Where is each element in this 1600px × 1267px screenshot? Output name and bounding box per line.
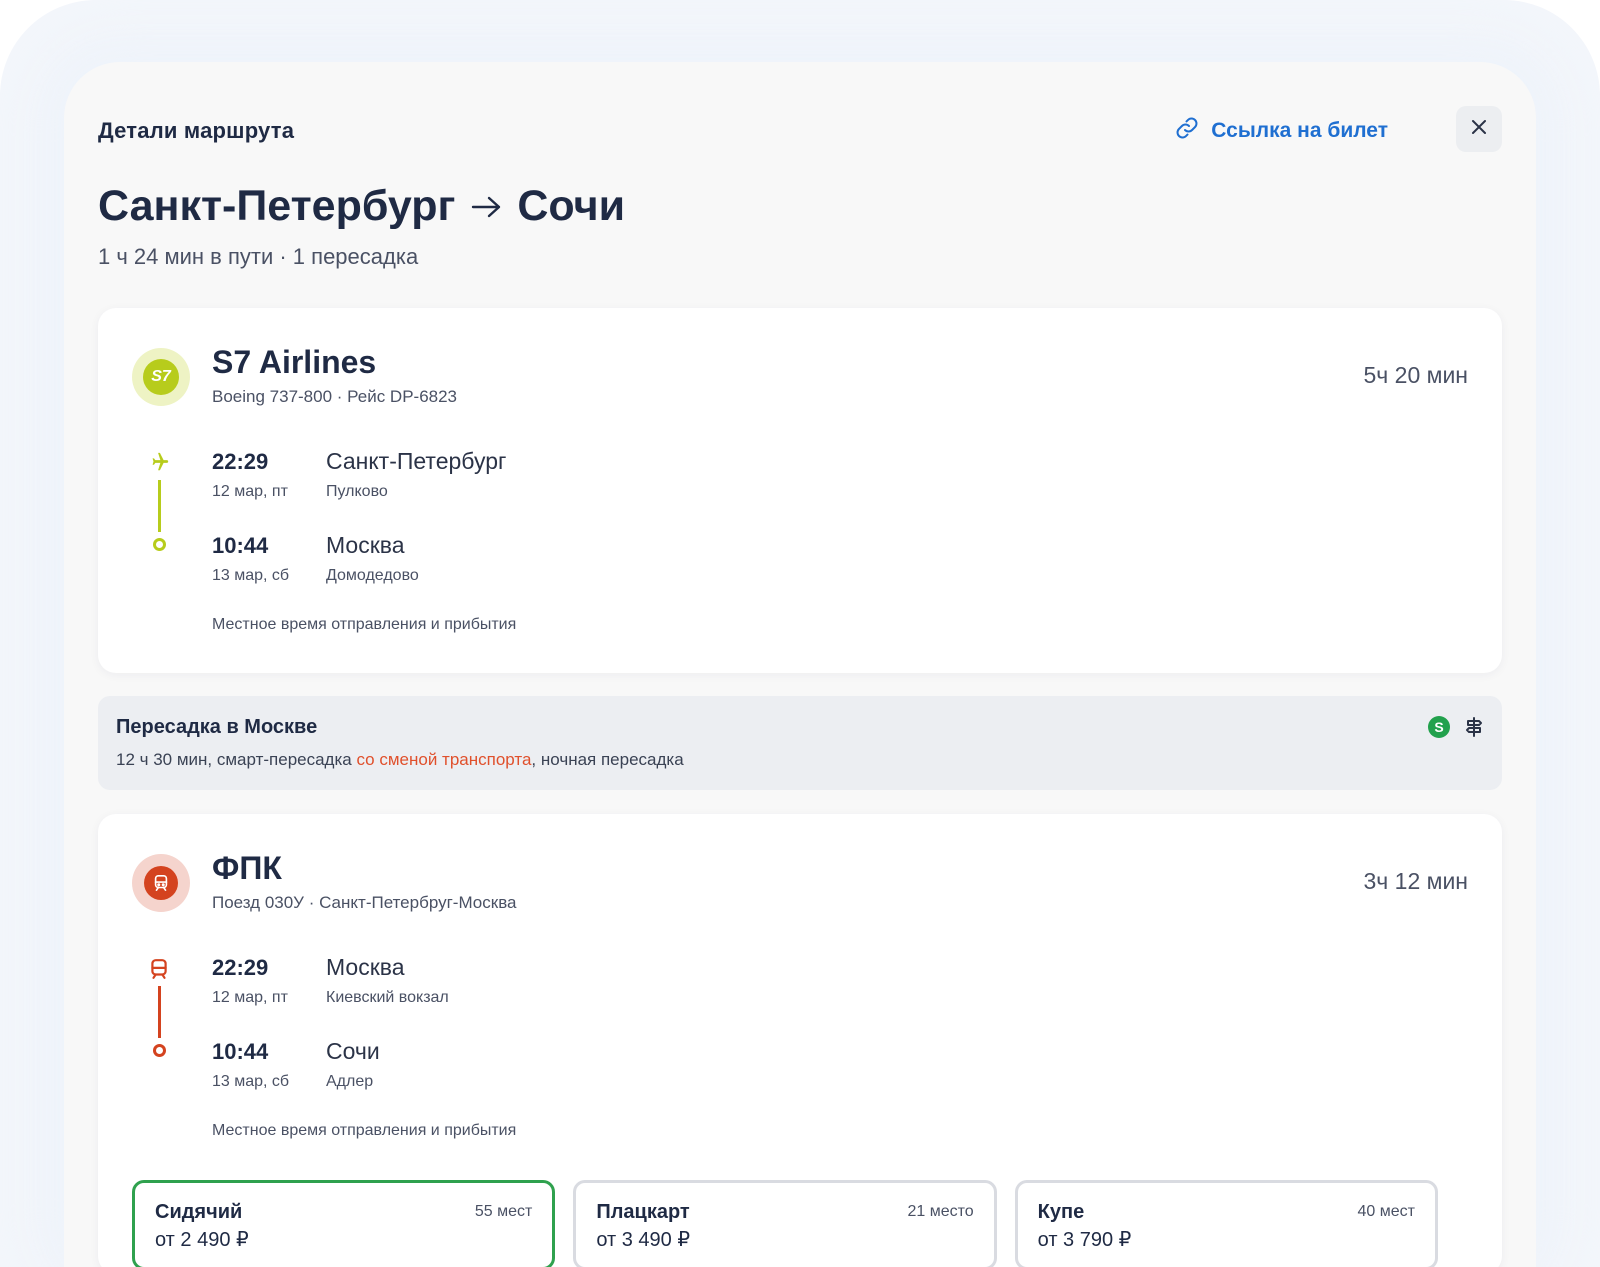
- seat-class-name: Купе: [1037, 1201, 1085, 1223]
- departure-city: Санкт-Петербург: [326, 448, 507, 474]
- seat-price: от 3 790 ₽: [1037, 1229, 1132, 1251]
- arrival-time: 10:44: [212, 1039, 269, 1064]
- transfer-description: 12 ч 30 мин, смарт-пересадка со сменой т…: [116, 750, 684, 770]
- arrival-airport: Домодедово: [326, 567, 419, 584]
- departure-date: 12 мар, пт: [212, 483, 288, 500]
- seat-class-option[interactable]: Купе 40 мест от 3 790 ₽: [1014, 1180, 1438, 1267]
- departure-date: 12 мар, пт: [212, 989, 288, 1006]
- close-button[interactable]: [1456, 106, 1502, 152]
- departure-station: Киевский вокзал: [326, 989, 449, 1006]
- seat-price: от 3 490 ₽: [596, 1229, 691, 1251]
- arrival-date: 13 мар, сб: [212, 567, 290, 584]
- link-icon: [1175, 116, 1199, 146]
- seat-class-options: Сидячий 55 мест от 2 490 ₽ Плацкарт 21 м…: [132, 1180, 1438, 1267]
- segment-duration: 5ч 20 мин: [1363, 362, 1469, 388]
- fpk-logo: [132, 854, 190, 912]
- arrow-right-icon: [469, 195, 503, 219]
- arrival-station: Адлер: [326, 1073, 374, 1090]
- smart-transfer-icon: S: [1428, 716, 1450, 738]
- carrier-details: Boeing 737-800 · Рейс DP-6823: [212, 387, 458, 406]
- s7-logo: S7: [132, 348, 190, 406]
- route-summary: 1 ч 24 мин в пути · 1 пересадка: [98, 244, 419, 269]
- segment-duration: 3ч 12 мин: [1363, 868, 1469, 894]
- route-from: Санкт-Петербург: [98, 182, 456, 230]
- route-details-modal: Детали маршрута Ссылка на билет Санкт-Пе…: [64, 62, 1536, 1267]
- transfer-desc-highlight: со сменой транспорта: [356, 750, 532, 769]
- route-to: Сочи: [517, 182, 626, 230]
- seat-price: от 2 490 ₽: [155, 1229, 249, 1251]
- seat-count: 21 место: [907, 1203, 974, 1220]
- timeline-line: [158, 986, 161, 1038]
- seat-class-option[interactable]: Сидячий 55 мест от 2 490 ₽: [132, 1180, 556, 1267]
- seat-class-name: Плацкарт: [596, 1201, 690, 1223]
- transfer-title: Пересадка в Москве: [116, 716, 318, 738]
- s7-logo-mark: S7: [143, 359, 179, 395]
- arrival-city: Сочи: [326, 1038, 380, 1064]
- signpost-icon: [1464, 716, 1484, 738]
- page-background: Детали маршрута Ссылка на билет Санкт-Пе…: [0, 0, 1600, 1267]
- train-logo-icon: [144, 866, 178, 900]
- ticket-link-button[interactable]: Ссылка на билет: [1175, 116, 1388, 146]
- timeline-end-dot: [153, 538, 166, 551]
- close-icon: [1471, 119, 1487, 140]
- seat-class-name: Сидячий: [155, 1201, 243, 1223]
- local-time-note: Местное время отправления и прибытия: [212, 616, 517, 633]
- local-time-note: Местное время отправления и прибытия: [212, 1122, 517, 1139]
- route-title: Санкт-Петербург Сочи: [98, 182, 625, 231]
- carrier-name: ФПК: [212, 850, 282, 886]
- seat-count: 40 мест: [1357, 1203, 1415, 1220]
- arrival-time: 10:44: [212, 533, 269, 558]
- timeline-end-dot: [153, 1044, 166, 1057]
- departure-time: 22:29: [212, 449, 269, 474]
- transfer-icons: S: [1428, 716, 1484, 738]
- departure-time: 22:29: [212, 955, 269, 980]
- transfer-desc-start: 12 ч 30 мин, смарт-пересадка: [116, 750, 357, 769]
- modal-title: Детали маршрута: [98, 118, 295, 143]
- ticket-link-label: Ссылка на билет: [1211, 119, 1388, 142]
- seat-class-option[interactable]: Плацкарт 21 место от 3 490 ₽: [573, 1180, 997, 1267]
- plane-icon: [148, 451, 170, 473]
- arrival-date: 13 мар, сб: [212, 1073, 290, 1090]
- carrier-name: S7 Airlines: [212, 344, 377, 380]
- departure-airport: Пулково: [326, 483, 388, 500]
- transfer-desc-end: , ночная пересадка: [531, 750, 684, 769]
- transfer-block: Пересадка в Москве 12 ч 30 мин, смарт-пе…: [98, 696, 1502, 790]
- segment-card-flight: S7 S7 Airlines Boeing 737-800 · Рейс DP-…: [98, 308, 1502, 673]
- carrier-details: Поезд 030У · Санкт-Петербруг-Москва: [212, 893, 517, 912]
- arrival-city: Москва: [326, 532, 405, 558]
- train-icon: [148, 958, 170, 980]
- timeline-line: [158, 480, 161, 532]
- modal-header: Детали маршрута Ссылка на билет: [98, 106, 1502, 156]
- segment-card-train: ФПК Поезд 030У · Санкт-Петербруг-Москва …: [98, 814, 1502, 1267]
- departure-city: Москва: [326, 954, 405, 980]
- seat-count: 55 мест: [474, 1203, 533, 1220]
